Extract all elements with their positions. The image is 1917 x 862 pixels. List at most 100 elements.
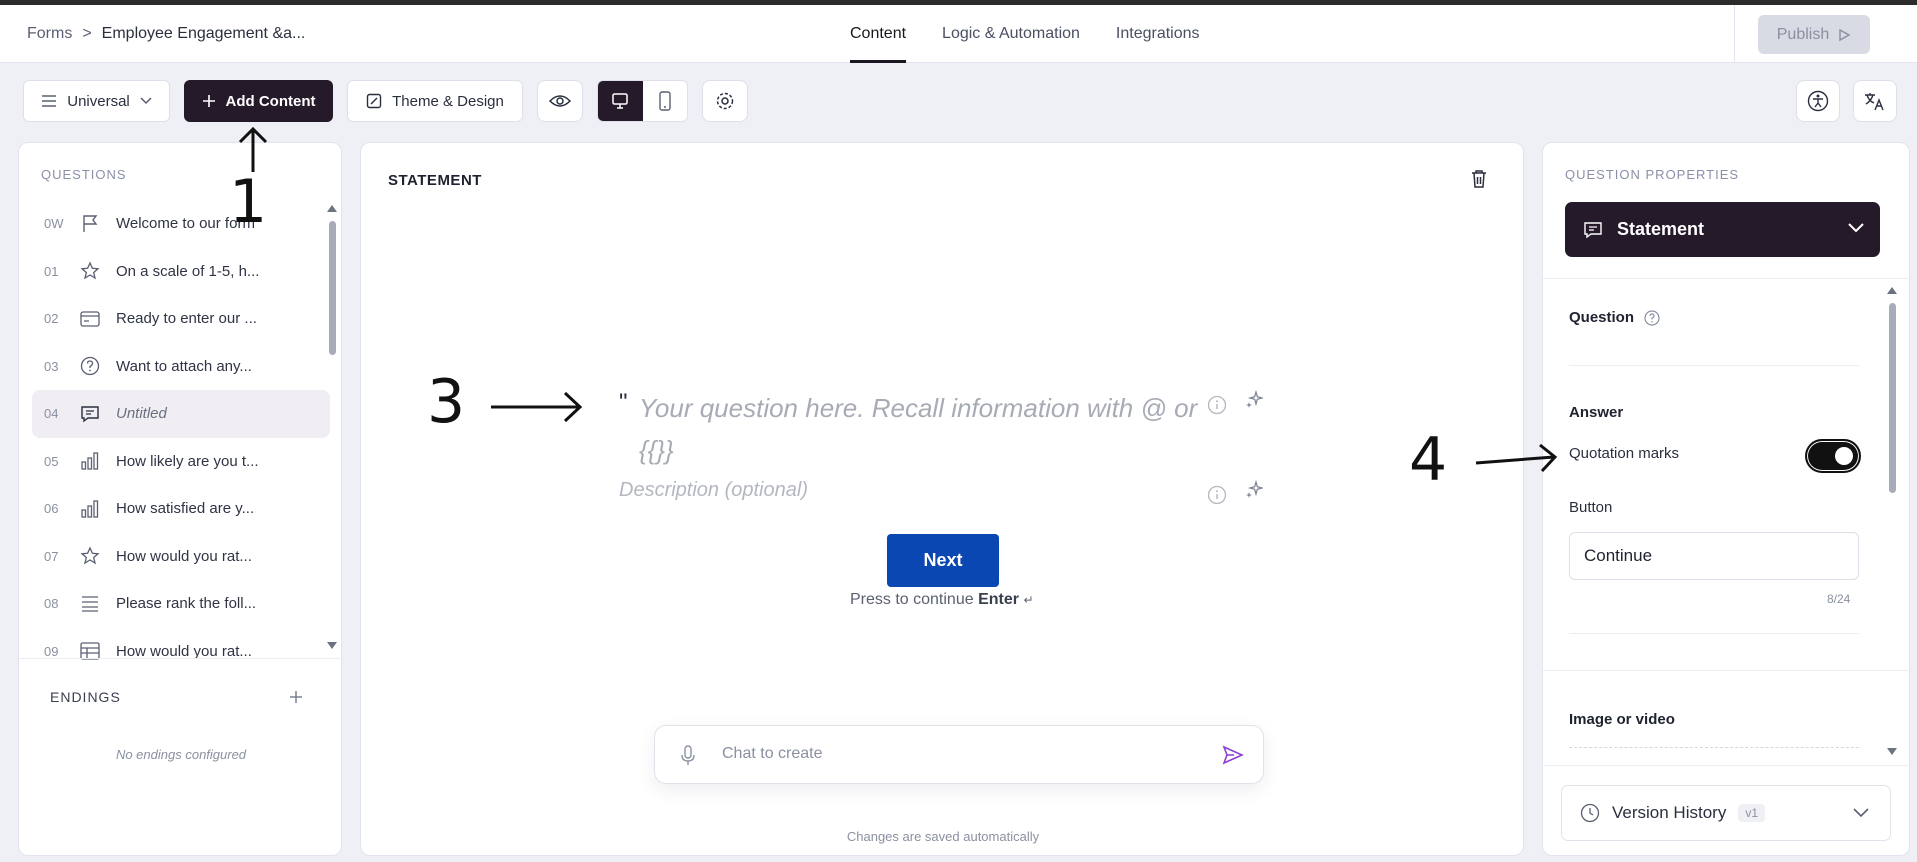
endings-title: ENDINGS <box>50 689 121 705</box>
help-circle-icon[interactable] <box>1644 310 1660 326</box>
chat-to-create-box[interactable]: Chat to create <box>654 725 1264 784</box>
preview-button[interactable] <box>537 80 583 122</box>
scroll-down-arrow-icon[interactable] <box>1886 747 1898 757</box>
answer-label: Answer <box>1569 404 1624 421</box>
comment-icon <box>1584 221 1602 238</box>
list-icon <box>82 596 98 612</box>
theme-design-button[interactable]: Theme & Design <box>347 80 523 122</box>
question-list: 0W Welcome to our form 01 On a scale of … <box>32 200 330 675</box>
question-item-03[interactable]: 03 Want to attach any... <box>32 343 330 391</box>
press-enter-hint: Press to continue Enter ↵ <box>850 591 1034 609</box>
question-number: 03 <box>44 358 59 374</box>
info-icon[interactable] <box>1207 485 1227 505</box>
quotation-marks-toggle[interactable] <box>1805 439 1861 473</box>
question-number: 0W <box>44 216 64 232</box>
properties-divider <box>1543 278 1911 279</box>
ai-sparkle-icon[interactable] <box>1245 390 1263 408</box>
question-list-scrollbar[interactable] <box>329 221 336 355</box>
breadcrumb-forms-link[interactable]: Forms <box>27 25 72 43</box>
chat-input-placeholder: Chat to create <box>722 745 823 762</box>
properties-divider <box>1543 670 1911 671</box>
description-input[interactable]: Description (optional) <box>619 479 808 502</box>
header-divider <box>1734 5 1735 63</box>
editor-canvas: STATEMENT " Your question here. Recall i… <box>360 142 1524 856</box>
flag-icon <box>83 215 98 232</box>
question-input[interactable]: Your question here. Recall information w… <box>639 387 1219 471</box>
scroll-down-arrow-icon[interactable] <box>326 641 338 651</box>
translate-button[interactable] <box>1853 80 1897 122</box>
question-text: On a scale of 1-5, h... <box>116 262 260 280</box>
question-item-09[interactable]: 09 How would you rat... <box>32 628 330 676</box>
bar-chart-icon <box>81 500 99 518</box>
question-number: 04 <box>44 406 59 422</box>
ai-sparkle-icon[interactable] <box>1245 480 1263 498</box>
question-text: Want to attach any... <box>116 357 252 375</box>
quotation-mark: " <box>619 389 628 416</box>
chevron-down-icon <box>1853 808 1869 818</box>
device-toggle <box>597 80 688 122</box>
tab-content[interactable]: Content <box>850 5 907 63</box>
annotation-number-4: 4 <box>1409 425 1448 495</box>
accessibility-icon <box>1807 90 1829 112</box>
scroll-up-arrow-icon[interactable] <box>326 203 338 213</box>
universal-dropdown[interactable]: Universal <box>23 80 170 122</box>
mobile-icon <box>659 91 671 111</box>
clock-icon <box>1580 803 1600 823</box>
properties-title: QUESTION PROPERTIES <box>1565 167 1740 182</box>
button-label: Button <box>1569 499 1613 516</box>
question-placeholder-line1: Your question here. Recall information w… <box>639 393 1198 423</box>
media-dropzone[interactable] <box>1569 747 1859 767</box>
publish-label: Publish <box>1776 25 1830 43</box>
gear-icon <box>716 92 734 110</box>
add-content-button[interactable]: Add Content <box>184 80 333 122</box>
mobile-view-button[interactable] <box>643 81 688 121</box>
breadcrumb-separator: > <box>82 25 92 42</box>
question-number: 07 <box>44 548 59 564</box>
press-hint-key: Enter <box>978 591 1019 608</box>
universal-label: Universal <box>67 92 130 110</box>
eye-icon <box>549 95 571 107</box>
annotation-number-3: 3 <box>427 367 466 437</box>
trash-icon[interactable] <box>1470 169 1488 189</box>
question-number: 01 <box>44 263 59 279</box>
endings-section: ENDINGS No endings configured <box>19 658 343 762</box>
info-icon[interactable] <box>1207 395 1227 415</box>
question-item-04[interactable]: 04 Untitled <box>32 390 330 438</box>
question-circle-icon <box>80 357 100 376</box>
enter-key-icon: ↵ <box>1023 593 1034 607</box>
play-icon <box>1839 28 1851 41</box>
question-item-02[interactable]: 02 Ready to enter our ... <box>32 295 330 343</box>
next-button[interactable]: Next <box>887 534 999 587</box>
desktop-view-button[interactable] <box>598 81 643 121</box>
star-icon <box>80 261 100 280</box>
add-ending-plus-icon[interactable] <box>289 690 303 704</box>
tab-integrations[interactable]: Integrations <box>1116 5 1200 63</box>
send-icon[interactable] <box>1222 745 1244 765</box>
microphone-icon[interactable] <box>680 745 696 767</box>
settings-button[interactable] <box>702 80 748 122</box>
version-history-label: Version History <box>1612 803 1727 822</box>
question-label: Question <box>1569 309 1635 326</box>
question-item-08[interactable]: 08 Please rank the foll... <box>32 580 330 628</box>
tab-logic-automation[interactable]: Logic & Automation <box>942 5 1080 63</box>
desktop-icon <box>612 93 628 109</box>
question-item-07[interactable]: 07 How would you rat... <box>32 533 330 581</box>
question-type-select[interactable]: Statement <box>1565 202 1880 257</box>
accessibility-button[interactable] <box>1796 80 1840 122</box>
question-item-05[interactable]: 05 How likely are you t... <box>32 438 330 486</box>
breadcrumb-current-form[interactable]: Employee Engagement &a... <box>102 25 306 43</box>
translate-icon <box>1865 93 1884 111</box>
button-text-input[interactable]: Continue <box>1569 532 1859 580</box>
version-history-dropdown[interactable]: Version History v1 <box>1561 785 1891 841</box>
autosave-status: Changes are saved automatically <box>846 829 1040 844</box>
question-item-06[interactable]: 06 How satisfied are y... <box>32 485 330 533</box>
properties-scrollbar[interactable] <box>1889 303 1896 493</box>
scroll-up-arrow-icon[interactable] <box>1886 285 1898 295</box>
character-count: 8/24 <box>1827 592 1851 606</box>
question-text: Please rank the foll... <box>116 595 257 613</box>
publish-button[interactable]: Publish <box>1758 15 1870 54</box>
theme-design-label: Theme & Design <box>392 92 504 110</box>
properties-divider <box>1543 765 1911 766</box>
question-item-0w[interactable]: 0W Welcome to our form <box>32 200 330 248</box>
question-item-01[interactable]: 01 On a scale of 1-5, h... <box>32 248 330 296</box>
